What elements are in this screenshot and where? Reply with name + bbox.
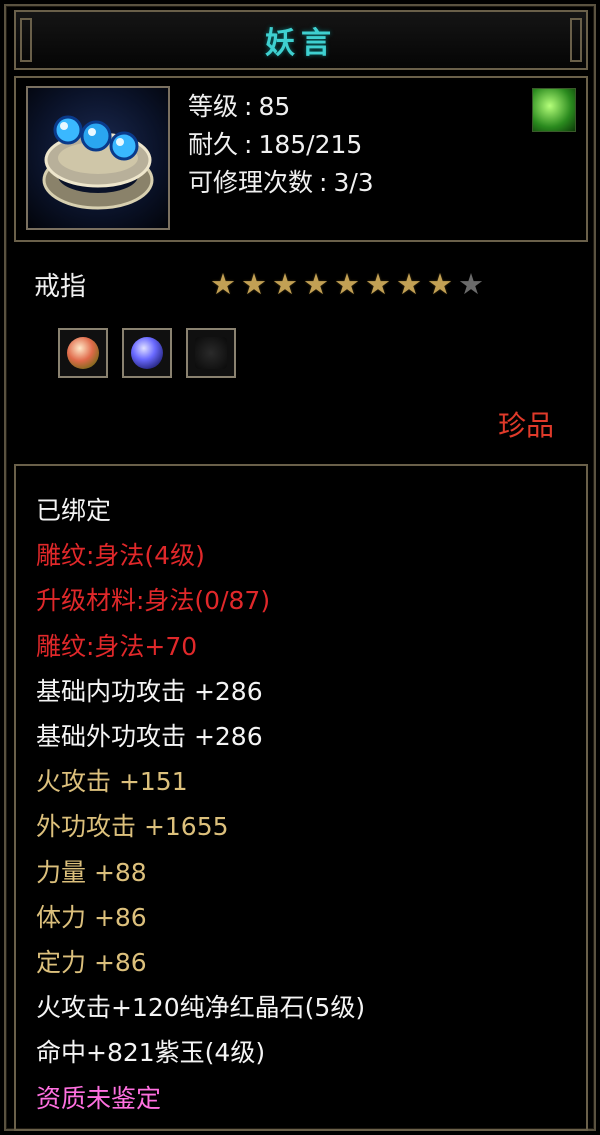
attribute-line: 基础外功攻击 +286 — [36, 722, 263, 752]
purple-gem-icon — [131, 337, 163, 369]
star-empty-icon: ★ — [458, 267, 484, 301]
stat-label: 可修理次数 — [188, 168, 314, 197]
star-filled-icon: ★ — [334, 267, 360, 301]
attribute-line: 火攻击+120纯净红晶石(5级) — [36, 993, 366, 1023]
star-rating: ★ ★ ★ ★ ★ ★ ★ ★ ★ — [210, 268, 484, 300]
title-bar: 妖言 — [14, 10, 588, 70]
item-stats: 等级:85 耐久:185/215 可修理次数:3/3 — [188, 88, 374, 202]
attribute-line: 命中+821紫玉(4级) — [36, 1038, 266, 1068]
socket-1[interactable] — [58, 328, 108, 378]
attribute-line: 体力 +86 — [36, 902, 147, 932]
star-filled-icon: ★ — [396, 267, 422, 301]
item-info-panel: 等级:85 耐久:185/215 可修理次数:3/3 — [14, 76, 588, 242]
attribute-line: 资质未鉴定 — [36, 1083, 162, 1113]
title-ornament-left — [20, 18, 32, 62]
attribute-line: 升级材料:身法(0/87) — [36, 586, 271, 616]
stat-label: 等级 — [188, 92, 239, 121]
attribute-line: 雕纹:身法(4级) — [36, 541, 205, 571]
attribute-line: 已绑定 — [36, 496, 112, 525]
stat-label: 耐久 — [188, 130, 239, 159]
stat-level: 等级:85 — [188, 92, 291, 121]
empty-socket-icon — [195, 337, 227, 369]
attribute-line: 火攻击 +151 — [36, 767, 188, 797]
leaf-badge-icon — [532, 88, 576, 132]
star-filled-icon: ★ — [241, 267, 267, 301]
stat-value: 85 — [258, 92, 291, 121]
red-gem-icon — [67, 337, 99, 369]
stat-durability: 耐久:185/215 — [188, 130, 363, 159]
rarity-label: 珍品 — [497, 409, 554, 442]
star-filled-icon: ★ — [365, 267, 391, 301]
attribute-list: 已绑定 雕纹:身法(4级) 升级材料:身法(0/87) 雕纹:身法+70 基础内… — [36, 488, 365, 1121]
attribute-line: 基础内功攻击 +286 — [36, 676, 263, 706]
attributes-panel: 已绑定 雕纹:身法(4级) 升级材料:身法(0/87) 雕纹:身法+70 基础内… — [14, 464, 588, 1131]
star-filled-icon: ★ — [303, 267, 329, 301]
ring-icon — [26, 86, 170, 230]
attribute-line: 外功攻击 +1655 — [36, 812, 229, 842]
socket-3[interactable] — [186, 328, 236, 378]
item-name: 妖言 — [265, 26, 337, 61]
stat-value: 185/215 — [258, 130, 363, 159]
stat-repair-count: 可修理次数:3/3 — [188, 168, 374, 197]
item-category: 戒指 — [34, 272, 87, 302]
attribute-line: 雕纹:身法+70 — [36, 631, 198, 661]
attribute-line: 定力 +86 — [36, 948, 147, 978]
gem-sockets — [58, 328, 236, 378]
stat-value: 3/3 — [333, 168, 374, 197]
star-filled-icon: ★ — [272, 267, 298, 301]
star-filled-icon: ★ — [210, 267, 236, 301]
socket-2[interactable] — [122, 328, 172, 378]
star-filled-icon: ★ — [427, 267, 453, 301]
title-ornament-right — [570, 18, 582, 62]
attribute-line: 力量 +88 — [36, 857, 147, 887]
